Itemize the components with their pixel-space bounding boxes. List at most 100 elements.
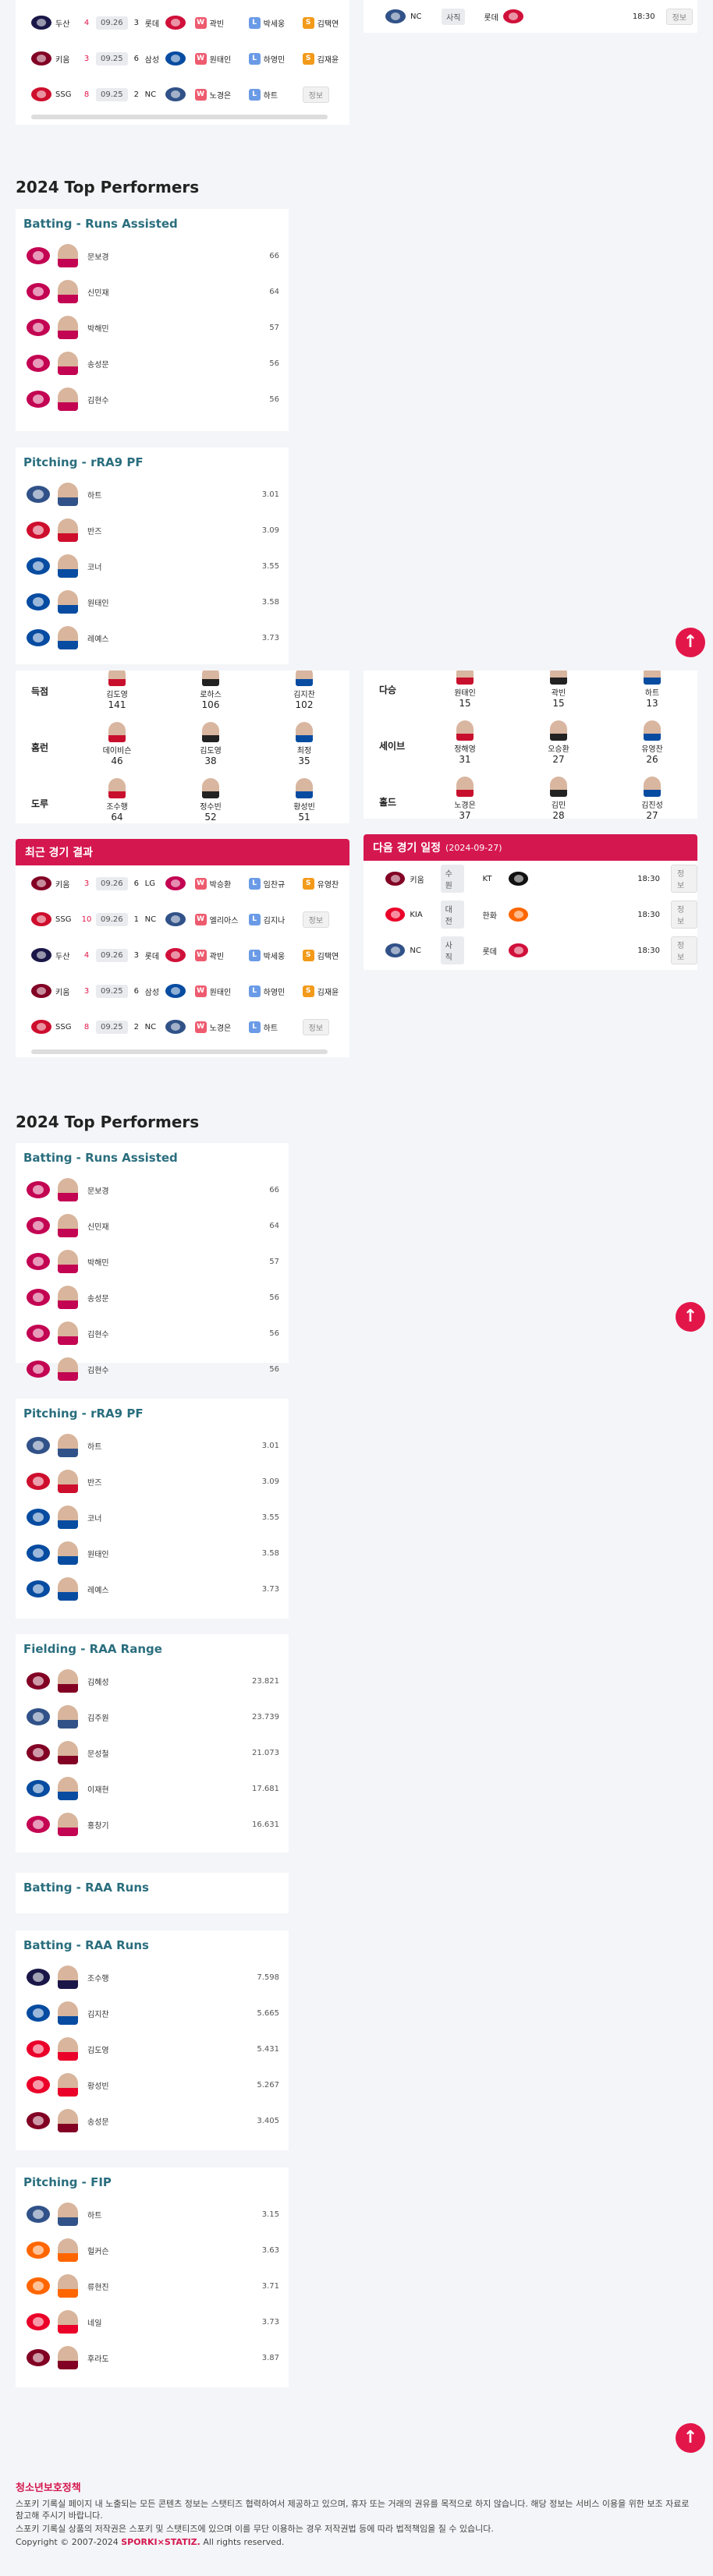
player-name[interactable]: 코너 [87,561,101,572]
card-title[interactable]: Pitching - rRA9 PF [23,1407,144,1421]
card-title[interactable]: Pitching - FIP [23,2175,112,2189]
card-title[interactable]: Batting - RAA Runs [23,1938,149,1952]
player-name[interactable]: 황성빈 [87,2079,109,2091]
performer-row[interactable]: 김혜성 23.821 [23,1665,281,1697]
game-row[interactable]: SSG 10 09.26 1 NC W 엘리아스 L 김지나 정보 [16,901,349,937]
player-name[interactable]: 송성문 [87,358,109,370]
performer-row[interactable]: 김현수 56 [23,1353,281,1385]
performer-row[interactable]: 코너 3.55 [23,1502,281,1533]
performer-row[interactable]: 박해민 57 [23,1246,281,1277]
game-row[interactable]: 두산 4 09.26 3 롯데 W 곽빈 L 박세웅 S 김택연 [16,937,349,973]
player-name[interactable]: 이재현 [87,1783,109,1795]
record-player[interactable]: 정해영 31 [449,720,481,765]
player-name[interactable]: 문성철 [87,1747,109,1759]
performer-row[interactable]: 김현수 56 [23,384,281,415]
record-player[interactable]: 김진성 27 [637,777,668,819]
record-player[interactable]: 최정 35 [289,722,320,766]
record-player[interactable]: 원태인 15 [449,671,481,709]
player-name[interactable]: 헐커슨 [87,2245,109,2256]
record-player[interactable]: 김민 28 [543,777,574,819]
player-name[interactable]: 네일 [87,2316,101,2328]
performer-row[interactable]: 네일 3.73 [23,2306,281,2337]
player-name[interactable]: 하트 [87,1440,101,1452]
performer-row[interactable]: 후라도 3.87 [23,2342,281,2373]
player-name[interactable]: 홍창기 [87,1819,109,1831]
player-name[interactable]: 코너 [87,1512,101,1523]
player-name[interactable]: 김현수 [87,394,109,405]
player-name[interactable]: 반즈 [87,1476,101,1488]
performer-row[interactable]: 송성문 56 [23,348,281,379]
performer-row[interactable]: 김도영 5.431 [23,2033,281,2065]
performer-row[interactable]: 문보경 66 [23,1174,281,1205]
player-name[interactable]: 신민재 [87,286,109,298]
record-player[interactable]: 하트 13 [637,671,668,709]
game-row[interactable]: 키움 3 09.25 6 삼성 W 원태인 L 하영민 S 김재윤 [16,973,349,1009]
player-name[interactable]: 레예스 [87,632,109,644]
record-player[interactable]: 노경은 37 [449,777,481,819]
player-name[interactable]: 하트 [87,489,101,501]
performer-row[interactable]: 원태인 3.58 [23,586,281,617]
performer-row[interactable]: 헐커슨 3.63 [23,2235,281,2266]
info-button[interactable]: 정보 [671,936,697,964]
info-button[interactable]: 정보 [671,865,697,893]
performer-row[interactable]: 하트 3.01 [23,1430,281,1461]
player-name[interactable]: 신민재 [87,1220,109,1232]
card-title[interactable]: Batting - Runs Assisted [23,1151,178,1165]
performer-row[interactable]: 코너 3.55 [23,550,281,582]
info-button[interactable]: 정보 [302,911,330,928]
player-name[interactable]: 송성문 [87,1292,109,1304]
performer-row[interactable]: 하트 3.01 [23,479,281,510]
game-row[interactable]: 키움 3 09.25 6 삼성 W 원태인 L 하영민 S 김재윤 [16,41,349,76]
scroll-top-button[interactable]: ↑ [676,1302,705,1332]
info-button[interactable]: 정보 [302,1018,330,1035]
horizontal-scrollbar[interactable] [31,115,328,119]
player-name[interactable]: 레예스 [87,1583,109,1595]
player-name[interactable]: 김주원 [87,1711,109,1723]
player-name[interactable]: 후라도 [87,2352,109,2364]
player-name[interactable]: 원태인 [87,596,109,608]
card-title[interactable]: Batting - Runs Assisted [23,217,178,231]
record-player[interactable]: 곽빈 15 [543,671,574,709]
scroll-top-button[interactable]: ↑ [676,628,705,657]
game-row[interactable]: SSG 8 09.25 2 NC W 노경은 L 하트 정보 [16,76,349,112]
card-title[interactable]: Pitching - rRA9 PF [23,455,144,469]
player-name[interactable]: 반즈 [87,525,101,536]
performer-row[interactable]: 김주원 23.739 [23,1701,281,1732]
record-player[interactable]: 조수행 64 [101,778,133,823]
performer-row[interactable]: 하트 3.15 [23,2199,281,2230]
performer-row[interactable]: 송성문 3.405 [23,2105,281,2136]
player-name[interactable]: 김도영 [87,2043,109,2055]
player-name[interactable]: 김지찬 [87,2008,109,2019]
card-title[interactable]: Batting - RAA Runs [23,1881,149,1895]
performer-row[interactable]: 김현수 56 [23,1318,281,1349]
player-name[interactable]: 조수행 [87,1972,109,1983]
player-name[interactable]: 원태인 [87,1548,109,1559]
performer-row[interactable]: 조수행 7.598 [23,1962,281,1993]
performer-row[interactable]: 문보경 66 [23,240,281,271]
record-player[interactable]: 황성빈 51 [289,778,320,823]
record-player[interactable]: 정수빈 52 [195,778,226,823]
player-name[interactable]: 김현수 [87,1328,109,1339]
info-button[interactable]: 정보 [302,86,330,103]
performer-row[interactable]: 원태인 3.58 [23,1537,281,1569]
performer-row[interactable]: 김지찬 5.665 [23,1997,281,2029]
next-game-row[interactable]: 키움 수원 KT 18:30 정보 [364,861,697,897]
player-name[interactable]: 문보경 [87,250,109,262]
game-row[interactable]: SSG 8 09.25 2 NC W 노경은 L 하트 정보 [16,1009,349,1045]
record-player[interactable]: 김도영 141 [101,671,133,710]
performer-row[interactable]: 신민재 64 [23,276,281,307]
performer-row[interactable]: 레예스 3.73 [23,1573,281,1605]
record-player[interactable]: 데이비슨 46 [101,722,133,766]
info-button[interactable]: 정보 [665,8,693,25]
performer-row[interactable]: 이재현 17.681 [23,1773,281,1804]
youth-policy-link[interactable]: 청소년보호정책 [16,2479,81,2494]
info-button[interactable]: 정보 [671,901,697,929]
performer-row[interactable]: 신민재 64 [23,1210,281,1241]
player-name[interactable]: 박해민 [87,322,109,334]
player-name[interactable]: 송성문 [87,2115,109,2127]
game-row[interactable]: 두산 4 09.26 3 롯데 W 곽빈 L 박세웅 S 김택연 [16,5,349,41]
player-name[interactable]: 류현진 [87,2281,109,2292]
player-name[interactable]: 김혜성 [87,1675,109,1687]
record-player[interactable]: 로하스 106 [195,671,226,710]
performer-row[interactable]: 박해민 57 [23,312,281,343]
